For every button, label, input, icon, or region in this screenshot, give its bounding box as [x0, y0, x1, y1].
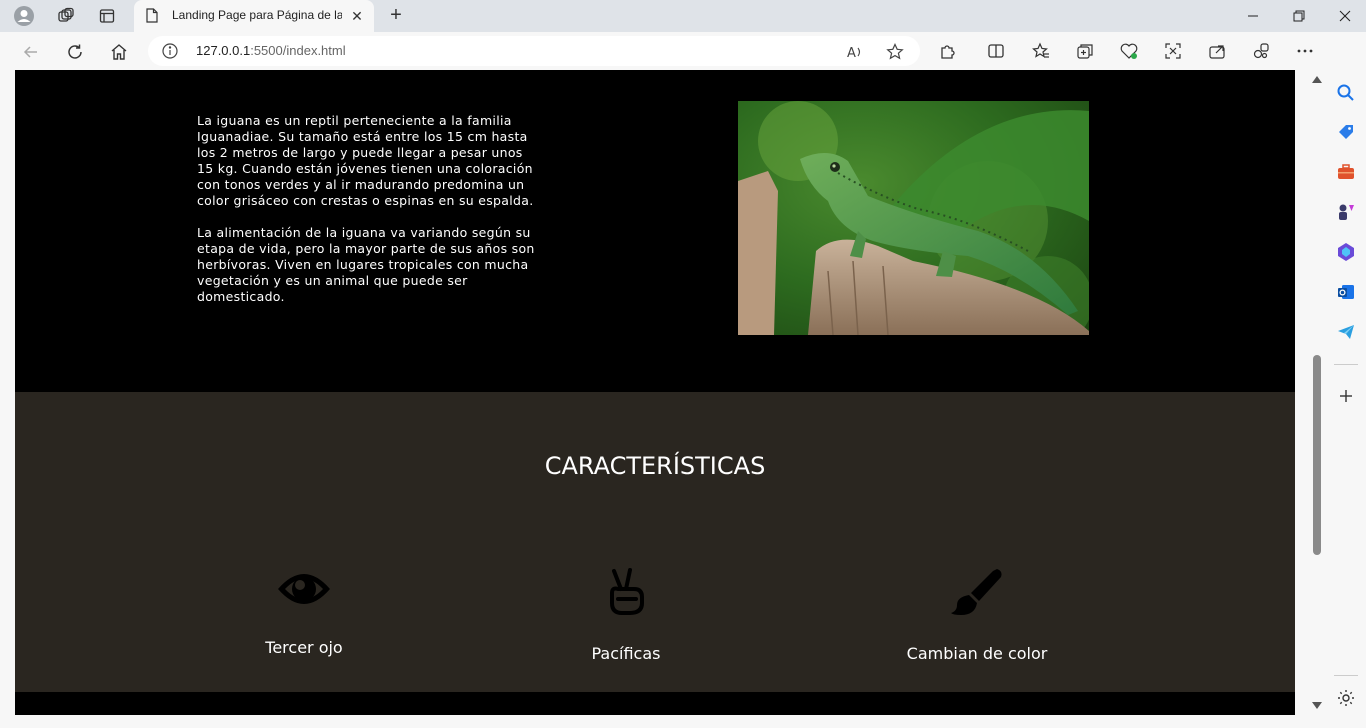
- feature-cambian-de-color: Cambian de color: [902, 567, 1052, 663]
- workspaces-icon[interactable]: [54, 4, 78, 28]
- shopping-tag-icon[interactable]: [1336, 122, 1356, 142]
- tab-title: Landing Page para Página de la I: [172, 8, 342, 22]
- sidebar-divider-bottom: [1334, 675, 1358, 676]
- features-section: CARACTERÍSTICAS Tercer ojo Pacíficas Cam…: [15, 392, 1295, 692]
- feature-label: Cambian de color: [906, 644, 1048, 663]
- split-screen-icon[interactable]: [984, 39, 1008, 63]
- url-text[interactable]: 127.0.0.1:5500/index.html: [196, 43, 346, 58]
- scrollbar-thumb[interactable]: [1313, 355, 1321, 555]
- eye-icon: [249, 567, 359, 616]
- feature-pacificas: Pacíficas: [576, 567, 676, 663]
- copilot-settings-icon[interactable]: [1249, 39, 1273, 63]
- feature-label: Pacíficas: [591, 644, 661, 663]
- iguana-photo: [738, 101, 1089, 335]
- svg-text:A: A: [847, 46, 856, 60]
- sidebar-settings-icon[interactable]: [1336, 688, 1356, 708]
- peace-hand-icon: [576, 567, 676, 622]
- new-tab-button[interactable]: +: [384, 4, 408, 28]
- tab-strip: Landing Page para Página de la I ✕ +: [0, 0, 1366, 32]
- profile-icon[interactable]: [12, 4, 36, 28]
- home-button[interactable]: [105, 38, 133, 66]
- telegram-send-icon[interactable]: [1336, 322, 1356, 342]
- feature-label: Tercer ojo: [265, 638, 343, 657]
- collections-icon[interactable]: [1073, 39, 1097, 63]
- next-section-band: [15, 692, 1295, 715]
- outlook-icon[interactable]: [1336, 282, 1356, 302]
- intro-section: La iguana es un reptil perteneciente a l…: [15, 70, 1295, 392]
- paint-brush-icon: [902, 567, 1052, 622]
- page-icon: [146, 8, 160, 24]
- address-bar[interactable]: 127.0.0.1:5500/index.html A: [148, 36, 920, 66]
- add-icon[interactable]: [1336, 386, 1356, 406]
- scroll-up-arrow[interactable]: [1312, 76, 1322, 83]
- close-tab-button[interactable]: ✕: [348, 7, 366, 25]
- scroll-down-arrow[interactable]: [1312, 702, 1322, 709]
- page-scrollbar[interactable]: [1308, 70, 1326, 715]
- url-path: :5500/index.html: [250, 43, 346, 58]
- minimize-button[interactable]: [1230, 0, 1276, 32]
- microsoft-365-icon[interactable]: [1336, 242, 1356, 262]
- search-icon[interactable]: [1336, 83, 1356, 103]
- window-bottom-edge: [0, 715, 1326, 728]
- intro-paragraph-2: La alimentación de la iguana va variando…: [197, 225, 535, 304]
- extensions-icon[interactable]: [936, 39, 960, 63]
- tab-actions-icon[interactable]: [95, 4, 119, 28]
- more-options-icon[interactable]: [1293, 39, 1317, 63]
- sidebar-divider: [1334, 364, 1358, 365]
- intro-paragraph-1: La iguana es un reptil perteneciente a l…: [197, 113, 534, 208]
- screenshot-icon[interactable]: [1161, 39, 1185, 63]
- games-icon[interactable]: [1336, 202, 1356, 222]
- favorites-icon[interactable]: [1029, 39, 1053, 63]
- site-info-icon[interactable]: [162, 43, 178, 59]
- url-host: 127.0.0.1: [196, 43, 251, 58]
- address-toolbar: 127.0.0.1:5500/index.html A: [0, 32, 1366, 70]
- refresh-button[interactable]: [61, 38, 89, 66]
- close-window-button[interactable]: [1322, 0, 1366, 32]
- restore-button[interactable]: [1276, 0, 1322, 32]
- favorite-star-icon[interactable]: [884, 41, 906, 63]
- feature-tercer-ojo: Tercer ojo: [249, 567, 359, 657]
- read-aloud-icon[interactable]: A: [844, 41, 866, 63]
- browser-essentials-icon[interactable]: [1117, 39, 1141, 63]
- back-button[interactable]: [17, 38, 45, 66]
- edge-sidebar: [1326, 32, 1366, 728]
- page-viewport: La iguana es un reptil perteneciente a l…: [15, 70, 1295, 715]
- tools-briefcase-icon[interactable]: [1336, 162, 1356, 182]
- features-heading: CARACTERÍSTICAS: [544, 452, 766, 480]
- share-icon[interactable]: [1205, 39, 1229, 63]
- tab-landing-page[interactable]: Landing Page para Página de la I ✕: [134, 0, 374, 32]
